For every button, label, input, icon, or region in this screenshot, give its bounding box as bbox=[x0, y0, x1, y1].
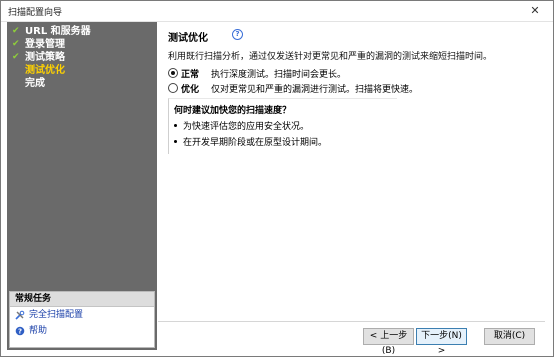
bullet-text: 为快速评估您的应用安全状况。 bbox=[183, 122, 310, 132]
wizard-sidebar: ✔ URL 和服务器 ✔ 登录管理 ✔ 测试策略 测试优化 完成 常规任务 完全… bbox=[7, 22, 157, 350]
step-label: 测试策略 bbox=[25, 52, 65, 63]
step-label: URL 和服务器 bbox=[25, 26, 91, 37]
close-icon[interactable]: ✕ bbox=[521, 2, 549, 20]
info-bullet: 在开发早期阶段或在原型设计期间。 bbox=[174, 135, 327, 148]
step-label: 完成 bbox=[25, 78, 45, 89]
bullet-dot bbox=[174, 124, 177, 127]
radio-optimized[interactable] bbox=[168, 83, 178, 93]
checkmark-icon: ✔ bbox=[12, 52, 20, 62]
main-content: 测试优化 ? 利用既行扫描分析，通过仅发送针对更常见和严重的漏洞的测试来缩短扫描… bbox=[158, 22, 553, 320]
window-title: 扫描配置向导 bbox=[8, 8, 63, 18]
info-box: 何时建议加快您的扫描速度？ 为快速评估您的应用安全状况。 在开发早期阶段或在原型… bbox=[168, 98, 397, 154]
bullet-text: 在开发早期阶段或在原型设计期间。 bbox=[183, 138, 328, 148]
task-link-label: 帮助 bbox=[29, 326, 48, 336]
step-label: 登录管理 bbox=[25, 39, 65, 50]
help-icon: ? bbox=[15, 326, 25, 336]
page-title: 测试优化 bbox=[168, 33, 208, 44]
option-normal-text: 执行深度测试。扫描时间会更长。 bbox=[211, 70, 347, 80]
info-bullet: 为快速评估您的应用安全状况。 bbox=[174, 119, 309, 132]
page-description: 利用既行扫描分析，通过仅发送针对更常见和严重的漏洞的测试来缩短扫描时间。 bbox=[168, 52, 493, 62]
help-link[interactable]: ? 帮助 bbox=[10, 323, 154, 339]
common-tasks-header: 常规任务 bbox=[10, 292, 154, 307]
wizard-window: 扫描配置向导 ✕ ✔ URL 和服务器 ✔ 登录管理 ✔ 测试策略 测试优化 完… bbox=[0, 0, 554, 357]
wrench-icon bbox=[15, 310, 25, 320]
step-label: 测试优化 bbox=[25, 65, 65, 76]
option-optimized-label: 优化 bbox=[181, 85, 200, 95]
info-title: 何时建议加快您的扫描速度？ bbox=[174, 106, 292, 116]
checkmark-icon: ✔ bbox=[12, 26, 20, 36]
common-tasks-panel: 常规任务 完全扫描配置 ? 帮助 bbox=[9, 291, 155, 348]
step-url-server: ✔ URL 和服务器 bbox=[7, 25, 157, 38]
next-button[interactable]: 下一步(N) > bbox=[416, 328, 467, 356]
step-list: ✔ URL 和服务器 ✔ 登录管理 ✔ 测试策略 测试优化 完成 bbox=[7, 25, 157, 90]
option-optimized-text: 仅对更常见和严重的漏洞进行测试。扫描将更快速。 bbox=[211, 85, 419, 95]
checkmark-icon: ✔ bbox=[12, 39, 20, 49]
step-login-management: ✔ 登录管理 bbox=[7, 38, 157, 51]
step-test-optimization: 测试优化 bbox=[7, 64, 157, 77]
task-link-label: 完全扫描配置 bbox=[29, 310, 84, 320]
title-bar: 扫描配置向导 ✕ bbox=[1, 1, 553, 22]
radio-normal[interactable] bbox=[168, 68, 178, 78]
bullet-dot bbox=[174, 140, 177, 143]
option-normal-label: 正常 bbox=[181, 70, 200, 80]
option-normal[interactable]: 正常 执行深度测试。扫描时间会更长。 bbox=[168, 68, 346, 82]
footer-divider bbox=[158, 321, 545, 322]
option-optimized[interactable]: 优化 仅对更常见和严重的漏洞进行测试。扫描将更快速。 bbox=[168, 83, 418, 97]
cancel-button[interactable]: 取消(C) bbox=[484, 328, 535, 345]
back-button[interactable]: < 上一步(B) bbox=[363, 328, 414, 356]
full-scan-config-link[interactable]: 完全扫描配置 bbox=[10, 307, 154, 323]
step-finish: 完成 bbox=[7, 77, 157, 90]
step-test-policy: ✔ 测试策略 bbox=[7, 51, 157, 64]
svg-text:?: ? bbox=[18, 328, 22, 336]
help-icon[interactable]: ? bbox=[232, 29, 243, 40]
